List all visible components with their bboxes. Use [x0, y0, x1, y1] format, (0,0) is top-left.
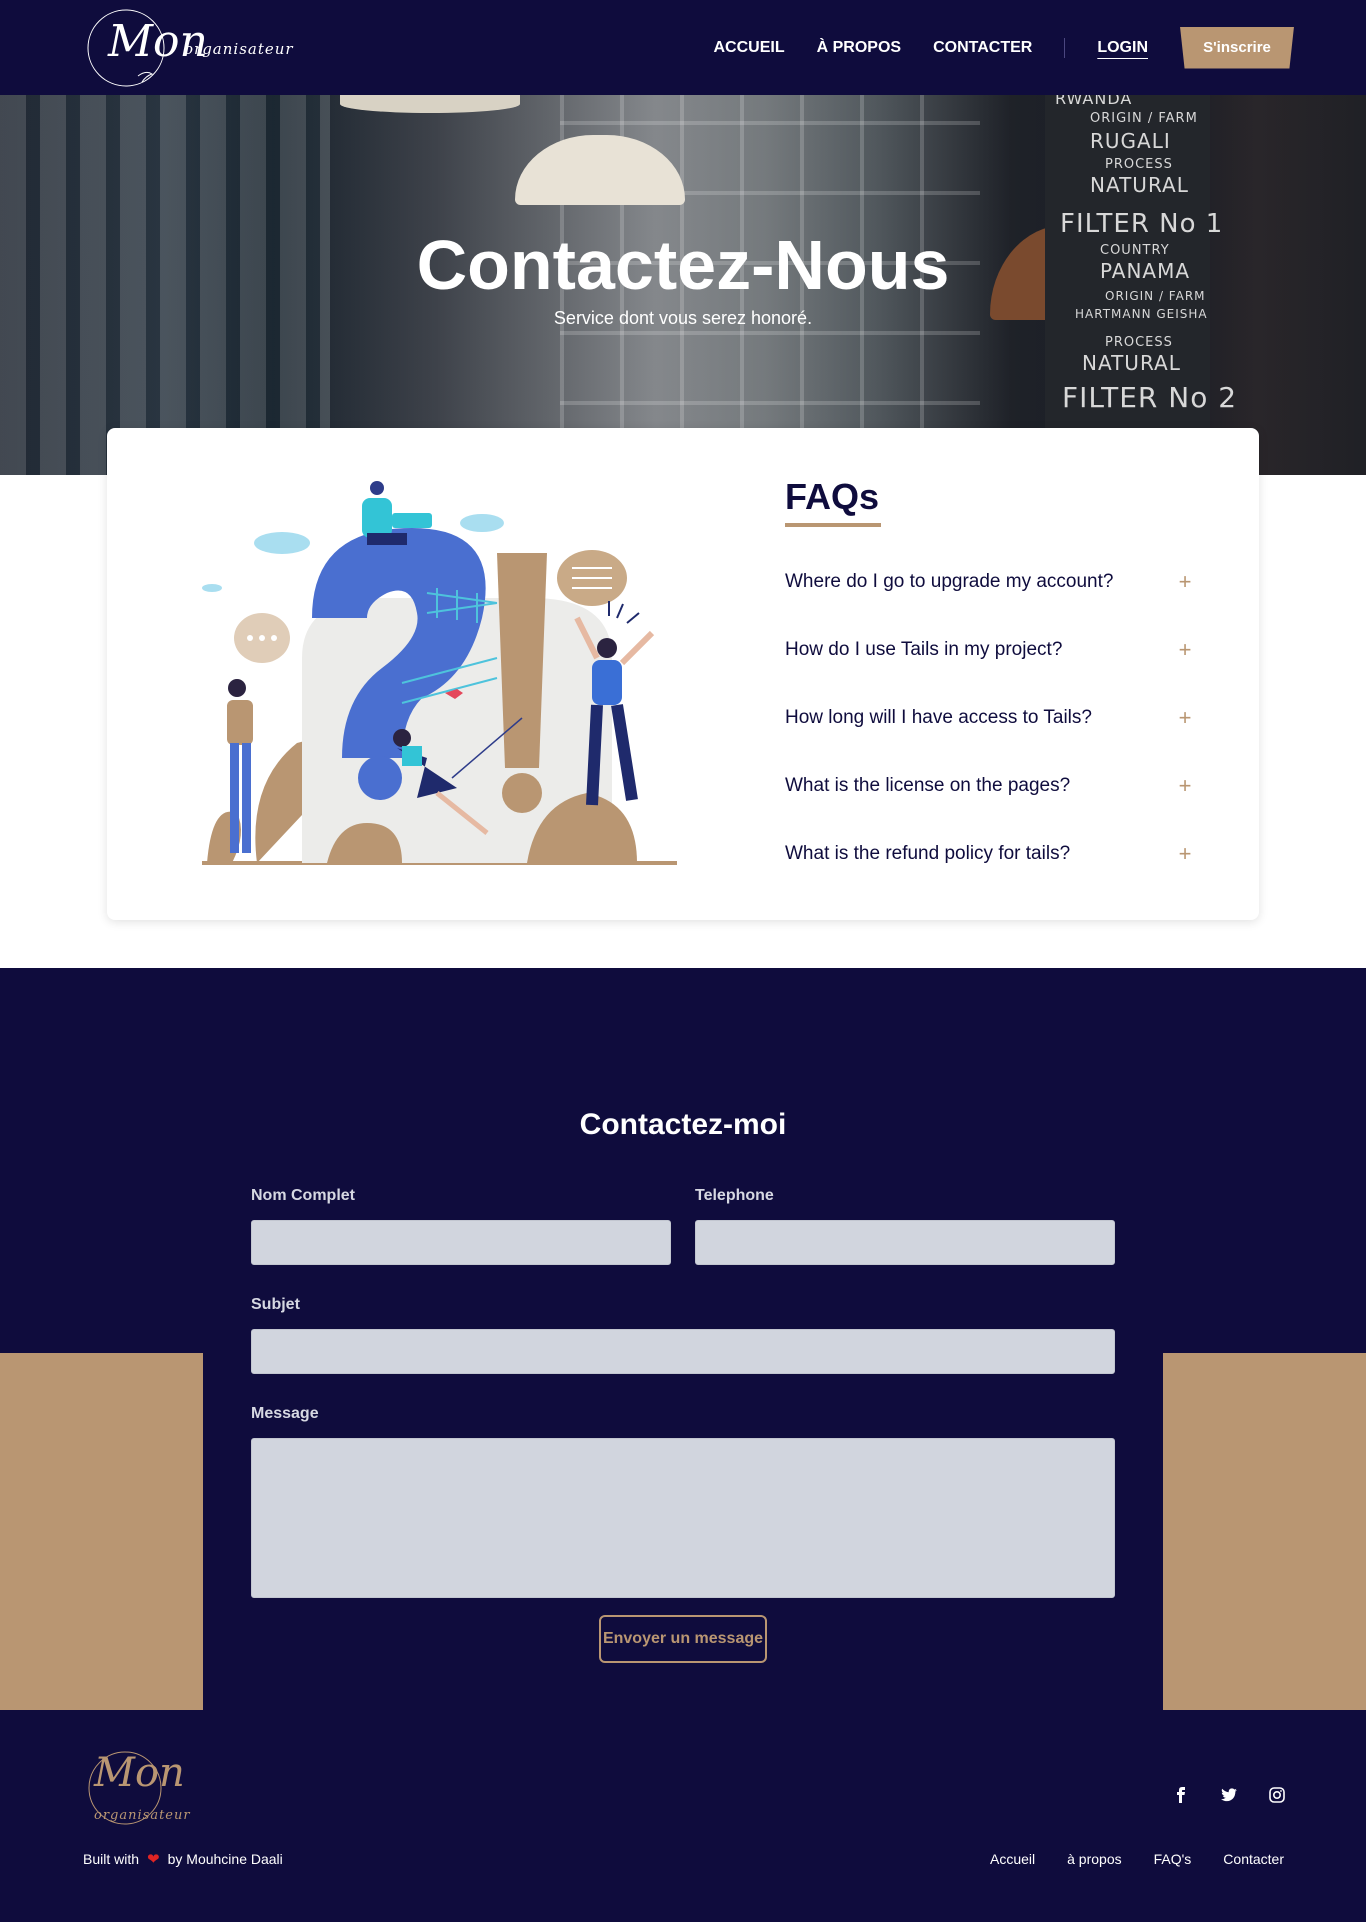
plus-icon[interactable]: +: [1175, 841, 1195, 867]
hero-banner: RWANDA ORIGIN / FARM RUGALI PROCESS NATU…: [0, 95, 1366, 475]
faq-question: Where do I go to upgrade my account?: [785, 571, 1114, 592]
page-subtitle: Service dont vous serez honoré.: [553, 308, 813, 328]
navbar: Mon organisateur ACCUEIL À PROPOS CONTAC…: [0, 0, 1366, 95]
footer-logo[interactable]: Mon organisateur: [80, 1746, 190, 1836]
board-line: PROCESS: [1105, 157, 1173, 172]
facebook-icon[interactable]: [1172, 1786, 1190, 1804]
faq-item[interactable]: How do I use Tails in my project? +: [785, 616, 1195, 684]
plus-icon[interactable]: +: [1175, 705, 1195, 731]
footer-link-faqs[interactable]: FAQ's: [1154, 1851, 1192, 1867]
built-prefix: Built with: [83, 1851, 140, 1867]
logo-subtext: organisateur: [184, 40, 294, 58]
name-label: Nom Complet: [251, 1187, 355, 1204]
plus-icon[interactable]: +: [1175, 637, 1195, 663]
board-line: ORIGIN / FARM: [1090, 111, 1198, 126]
board-line: PROCESS: [1105, 335, 1173, 350]
nav-link-accueil[interactable]: ACCUEIL: [714, 39, 785, 57]
faq-question: How do I use Tails in my project?: [785, 639, 1063, 660]
faq-item[interactable]: Where do I go to upgrade my account? +: [785, 548, 1195, 616]
faq-card: FAQs Where do I go to upgrade my account…: [107, 428, 1259, 920]
instagram-icon[interactable]: [1268, 1786, 1286, 1804]
faq-heading: FAQs: [785, 476, 880, 517]
logo[interactable]: Mon organisateur: [72, 6, 293, 90]
login-link[interactable]: LOGIN: [1097, 39, 1148, 57]
board-line: RUGALI: [1090, 129, 1171, 153]
decor-block-left: [0, 1353, 203, 1710]
faq-illustration: [202, 481, 677, 865]
send-message-button[interactable]: Envoyer un message: [599, 1615, 767, 1663]
faq-item[interactable]: What is the license on the pages? +: [785, 752, 1195, 820]
plus-icon[interactable]: +: [1175, 569, 1195, 595]
heart-icon: ❤: [147, 1851, 160, 1868]
message-label: Message: [251, 1405, 319, 1422]
nav-divider: [1064, 37, 1066, 58]
twitter-icon[interactable]: [1220, 1786, 1238, 1804]
built-with-credit: Built with ❤ by Mouhcine Daali: [83, 1850, 283, 1868]
footer: Mon organisateur Built with ❤ by Mouhcin…: [0, 1710, 1366, 1922]
nav-links: ACCUEIL À PROPOS CONTACTER LOGIN S'inscr…: [714, 0, 1366, 95]
plus-icon[interactable]: +: [1175, 773, 1195, 799]
contact-heading: Contactez-moi: [579, 1108, 787, 1141]
name-field[interactable]: [251, 1220, 671, 1265]
board-line: RWANDA: [1055, 95, 1133, 108]
nav-link-contacter[interactable]: CONTACTER: [933, 39, 1032, 57]
built-suffix: by Mouhcine Daali: [167, 1851, 283, 1867]
subject-label: Subjet: [251, 1296, 300, 1313]
faq-question: What is the license on the pages?: [785, 775, 1071, 796]
faq-question: What is the refund policy for tails?: [785, 843, 1071, 864]
social-links: [1142, 1786, 1286, 1804]
pendant-lamp: [340, 95, 520, 113]
faq-question: How long will I have access to Tails?: [785, 707, 1092, 728]
footer-nav: Accueil à propos FAQ's Contacter: [958, 1851, 1284, 1867]
footer-link-accueil[interactable]: Accueil: [990, 1851, 1035, 1867]
faq-item[interactable]: What is the refund policy for tails? +: [785, 820, 1195, 888]
footer-link-a-propos[interactable]: à propos: [1067, 1851, 1121, 1867]
footer-logo-script: Mon: [94, 1750, 185, 1796]
nav-link-a-propos[interactable]: À PROPOS: [817, 39, 901, 57]
message-textarea[interactable]: [251, 1438, 1115, 1598]
faq-heading-underline: [785, 523, 881, 527]
page-title: Contactez-Nous: [416, 226, 950, 304]
faq-item[interactable]: How long will I have access to Tails? +: [785, 684, 1195, 752]
signup-button[interactable]: S'inscrire: [1180, 26, 1294, 69]
footer-logo-subtext: organisateur: [94, 1808, 191, 1823]
faq-list: Where do I go to upgrade my account? + H…: [785, 548, 1195, 888]
phone-label: Telephone: [695, 1187, 774, 1204]
board-line: FILTER No 2: [1062, 381, 1238, 414]
board-line: NATURAL: [1090, 173, 1189, 197]
decor-block-right: [1163, 1353, 1366, 1710]
footer-link-contacter[interactable]: Contacter: [1223, 1851, 1284, 1867]
phone-field[interactable]: [695, 1220, 1115, 1265]
board-line: NATURAL: [1082, 351, 1181, 375]
subject-field[interactable]: [251, 1329, 1115, 1374]
